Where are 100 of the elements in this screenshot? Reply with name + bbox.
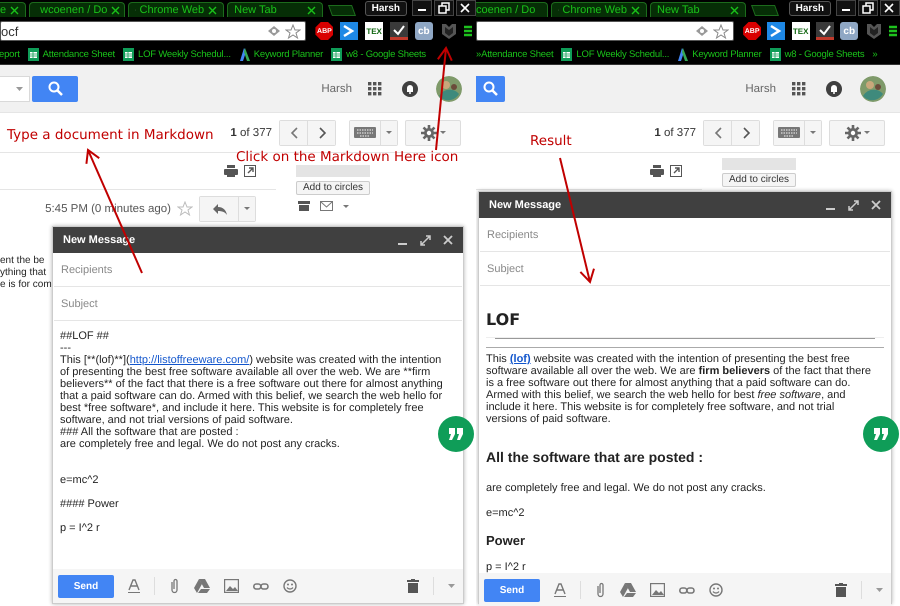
settings-button[interactable] (405, 120, 461, 146)
account-name[interactable]: Harsh (321, 82, 352, 94)
bookmark[interactable]: w8 - Google Sheets (331, 48, 426, 61)
bookmark[interactable]: Keyword Planner (238, 48, 324, 61)
attach-icon[interactable] (169, 578, 180, 594)
star-icon[interactable] (177, 201, 193, 216)
print-icon[interactable] (650, 165, 664, 177)
tex-icon[interactable]: TEX (792, 22, 810, 40)
send-button[interactable]: Send (58, 574, 114, 598)
attach-icon[interactable] (595, 582, 606, 598)
restore-icon[interactable] (434, 0, 454, 16)
minimize-icon[interactable] (836, 0, 856, 16)
add-to-circles-button[interactable]: Add to circles (296, 181, 370, 195)
star-icon[interactable] (713, 24, 729, 38)
restore-icon[interactable] (858, 0, 878, 16)
close-icon[interactable] (631, 6, 640, 14)
shield-icon[interactable] (864, 22, 883, 40)
avatar[interactable] (860, 76, 886, 102)
close-icon[interactable] (730, 6, 739, 14)
bookmark[interactable]: LOF Weekly Schedul... (123, 48, 231, 61)
chevron-logo-icon (677, 48, 688, 61)
profile-button[interactable]: Harsh (788, 1, 831, 16)
close-icon[interactable] (456, 0, 476, 16)
checkmark-icon[interactable] (816, 22, 834, 40)
close-icon[interactable] (10, 6, 20, 14)
link[interactable]: http://listoffreeware.com/ (130, 354, 250, 366)
close-icon[interactable] (208, 6, 218, 14)
profile-button[interactable]: Harsh (364, 1, 407, 16)
avatar[interactable] (436, 76, 462, 102)
emoji-icon[interactable] (709, 583, 723, 597)
send-button[interactable]: Send (484, 578, 540, 602)
notification-icon[interactable] (826, 80, 842, 96)
apps-icon[interactable] (368, 82, 382, 96)
bookmark[interactable]: LOF Weekly Schedul... (561, 48, 670, 61)
new-tab-button[interactable] (751, 5, 779, 16)
account-name[interactable]: Harsh (745, 82, 776, 94)
bookmark[interactable]: Keyword Planner (677, 48, 762, 61)
checkmark-icon[interactable] (390, 22, 408, 40)
next-button[interactable] (731, 120, 759, 144)
address-bar[interactable]: ocf (0, 21, 306, 41)
browser-tab[interactable]: coenen / Do (476, 2, 548, 17)
format-text-icon[interactable] (128, 579, 140, 593)
sigma-icon[interactable] (767, 22, 786, 40)
mail-icon[interactable] (320, 201, 333, 211)
drive-icon[interactable] (620, 583, 636, 597)
browser-tab[interactable]: e (0, 2, 26, 17)
drive-icon[interactable] (194, 579, 210, 593)
caret-icon[interactable] (448, 584, 455, 588)
emoji-icon[interactable] (283, 579, 297, 593)
bookmark[interactable]: »Attendance Sheet (476, 49, 554, 60)
trash-icon[interactable] (407, 579, 419, 593)
minimize-icon[interactable] (412, 0, 432, 16)
star-icon[interactable] (285, 24, 301, 38)
sigma-icon[interactable] (340, 22, 358, 40)
browser-tab[interactable]: Chrome Web (551, 2, 647, 17)
trash-icon[interactable] (835, 583, 847, 597)
photo-icon[interactable] (650, 583, 665, 597)
archive-icon[interactable] (298, 201, 310, 211)
add-to-circles-button[interactable]: Add to circles (722, 173, 796, 187)
print-icon[interactable] (224, 165, 238, 177)
search-field[interactable] (0, 76, 30, 102)
shield-icon[interactable] (440, 22, 458, 40)
bookmark[interactable]: w8 - Google Sheets (770, 48, 864, 61)
browser-tab[interactable]: wcoenen / Do (29, 2, 126, 17)
menu-icon[interactable] (464, 25, 472, 37)
search-button[interactable] (476, 76, 505, 102)
link-icon[interactable] (679, 586, 695, 594)
browser-tab[interactable]: New Tab (227, 2, 324, 17)
new-window-icon[interactable] (670, 165, 682, 177)
apps-icon[interactable] (792, 82, 806, 96)
search-button[interactable] (32, 76, 78, 102)
close-icon[interactable] (111, 6, 120, 14)
close-icon[interactable] (307, 6, 316, 14)
notification-icon[interactable] (402, 80, 418, 96)
hangouts-button[interactable] (437, 415, 475, 453)
expand-icon[interactable] (420, 234, 431, 246)
menu-icon[interactable] (888, 25, 897, 37)
browser-tab[interactable]: Chrome Web (128, 2, 224, 17)
tex-icon[interactable]: TEX (365, 22, 384, 40)
caret-icon[interactable] (343, 204, 349, 208)
caret-icon (810, 131, 816, 134)
next-button[interactable] (307, 120, 335, 144)
message-body[interactable]: ##LOF ## --- This [**(lof)**](http://listoffreeware.com/) website was created with the intention of presenting the best free software available all over the web. We are **firm believers** of the fact that there is a free software out there for almost anything that a paid software can do. Armed with this belief, we search the web hello for best *free software*, and include it here. This website is for completely free software, and not trial versions of paid software. ### All the software that are posted : are completely free and legal. We do not post any cracks. e=mc^2 #### Power p = I^2 r (60, 330, 456, 534)
browser-tab[interactable]: New Tab (650, 2, 746, 17)
photo-icon[interactable] (224, 579, 239, 593)
format-text-icon[interactable] (554, 583, 566, 597)
heading: Power (486, 533, 526, 548)
page-count: 1 of 377 (230, 126, 272, 138)
expand-icon[interactable] (848, 200, 859, 210)
link-icon[interactable] (253, 582, 269, 590)
new-tab-button[interactable] (328, 5, 356, 16)
link[interactable]: (lof) (510, 353, 531, 365)
bookmark[interactable]: Attendance Sheet (28, 48, 115, 61)
close-icon[interactable] (880, 0, 900, 16)
bookmark[interactable]: » (872, 49, 878, 60)
caret-icon[interactable] (876, 588, 883, 592)
hangouts-button[interactable] (862, 415, 900, 453)
new-window-icon[interactable] (244, 165, 256, 177)
settings-button[interactable] (829, 120, 885, 146)
address-bar[interactable] (476, 21, 734, 41)
